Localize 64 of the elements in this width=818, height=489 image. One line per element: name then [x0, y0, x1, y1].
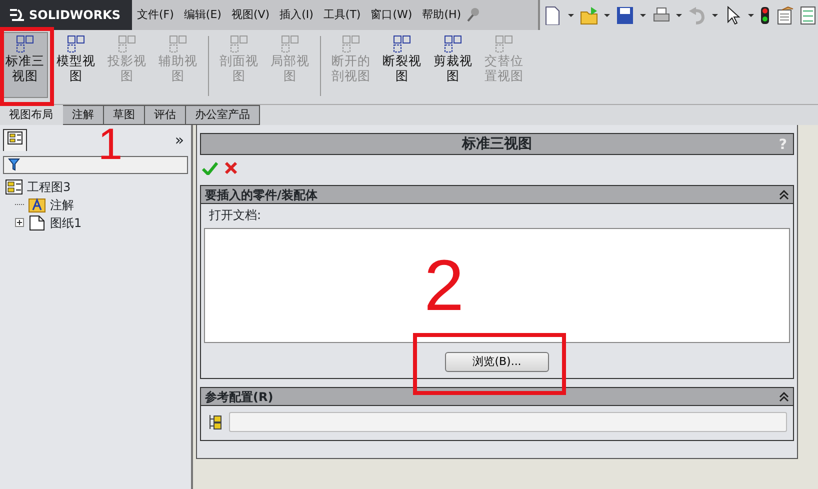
dropdown-caret-icon[interactable] — [748, 14, 754, 16]
document-list[interactable] — [204, 228, 790, 343]
tree-icon — [7, 131, 23, 146]
ribbon-button[interactable]: 模型视图 — [53, 32, 99, 98]
collapse-chevron-icon[interactable] — [779, 190, 789, 200]
view-icon — [281, 35, 299, 53]
filter-icon — [8, 158, 20, 171]
logo-text: SOLIDWORKS — [29, 7, 121, 24]
menu-item[interactable]: 文件(F) — [132, 6, 179, 24]
view-icon — [444, 35, 462, 53]
field-label: 打开文档: — [208, 207, 262, 224]
menu-item[interactable]: 插入(I) — [274, 6, 318, 24]
browse-button[interactable]: 浏览(B)... — [445, 352, 549, 372]
dropdown-caret-icon[interactable] — [568, 14, 574, 16]
new-document-icon[interactable] — [544, 6, 562, 24]
view-icon — [393, 35, 411, 53]
collapse-chevron-icon[interactable] — [779, 392, 789, 402]
ribbon-tab[interactable]: 草图 — [104, 105, 145, 125]
expand-icon[interactable] — [15, 218, 24, 227]
dropdown-caret-icon[interactable] — [640, 14, 646, 16]
menu-item[interactable]: 帮助(H) — [417, 6, 466, 24]
menu-item[interactable]: 工具(T) — [318, 6, 366, 24]
step-number: 2 — [424, 250, 464, 322]
view-icon — [16, 35, 34, 53]
ribbon-tab[interactable]: 办公室产品 — [186, 105, 260, 125]
logo-icon — [8, 7, 26, 23]
ribbon-button[interactable]: 剪裁视图 — [430, 32, 476, 98]
configuration-icon — [207, 413, 223, 431]
ribbon-button[interactable]: 断裂视图 — [379, 32, 425, 98]
view-icon — [169, 35, 187, 53]
tree-item-label[interactable]: 图纸1 — [50, 214, 82, 232]
save-icon[interactable] — [616, 6, 634, 24]
feature-tree-tab[interactable] — [3, 129, 27, 152]
annotation-folder-icon — [28, 196, 46, 212]
collapse-panel-button[interactable]: » — [174, 129, 188, 152]
menu-item[interactable]: 视图(V) — [226, 6, 275, 24]
checklist-icon[interactable] — [800, 6, 816, 24]
view-icon — [67, 35, 85, 53]
sheet-icon — [28, 214, 46, 230]
view-icon — [118, 35, 136, 53]
panel-title: 标准三视图 — [462, 134, 532, 154]
ribbon-tab[interactable]: 评估 — [145, 105, 186, 125]
traffic-light-icon[interactable] — [760, 6, 770, 24]
view-icon — [230, 35, 248, 53]
drawing-icon — [5, 178, 23, 194]
tree-item-label[interactable]: 注解 — [50, 196, 74, 214]
pin-icon[interactable] — [466, 7, 480, 23]
ribbon-button[interactable]: 标准三视图 — [2, 32, 48, 98]
checkmark-icon[interactable] — [202, 161, 218, 175]
view-icon — [342, 35, 360, 53]
view-icon — [495, 35, 513, 53]
close-icon[interactable] — [224, 161, 238, 175]
menu-item[interactable]: 编辑(E) — [178, 6, 226, 24]
section-title: 参考配置(R) — [205, 388, 274, 406]
section-title: 要插入的零件/装配体 — [205, 186, 318, 204]
menu-item[interactable]: 窗口(W) — [366, 6, 418, 24]
printer-icon[interactable] — [652, 6, 670, 24]
open-folder-icon[interactable] — [580, 6, 598, 24]
clipboard-icon[interactable] — [776, 6, 794, 24]
tree-item-label[interactable]: 工程图3 — [27, 178, 71, 196]
dropdown-caret-icon[interactable] — [676, 14, 682, 16]
dropdown-caret-icon[interactable] — [604, 14, 610, 16]
dropdown-caret-icon[interactable] — [712, 14, 718, 16]
ribbon-tab[interactable]: 注解 — [63, 105, 104, 125]
